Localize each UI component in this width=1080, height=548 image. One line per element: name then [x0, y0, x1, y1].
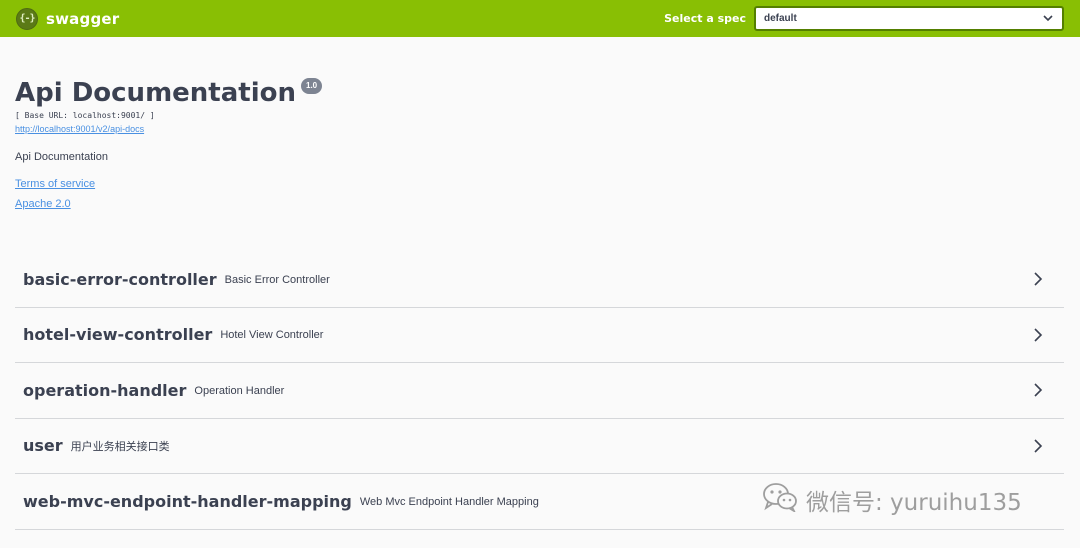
chevron-down-icon	[1042, 13, 1054, 25]
chevron-right-icon[interactable]	[1032, 271, 1044, 287]
tag-name: user	[23, 436, 63, 456]
swagger-logo-text: swagger	[46, 9, 120, 28]
spec-select-value: default	[764, 13, 797, 24]
tag-basic-error-controller[interactable]: basic-error-controller Basic Error Contr…	[15, 252, 1064, 308]
version-badge: 1.0	[301, 78, 323, 94]
tag-hotel-view-controller[interactable]: hotel-view-controller Hotel View Control…	[15, 308, 1064, 363]
spec-selector: Select a spec default	[664, 6, 1064, 31]
tag-name: basic-error-controller	[23, 269, 217, 289]
tag-description: Web Mvc Endpoint Handler Mapping	[359, 495, 539, 508]
api-info: Api Documentation 1.0 [ Base URL: localh…	[15, 76, 323, 210]
tag-description: Basic Error Controller	[224, 273, 330, 286]
license-link[interactable]: Apache 2.0	[15, 198, 322, 210]
tag-user[interactable]: user 用户业务相关接口类	[15, 419, 1064, 474]
terms-of-service-link[interactable]: Terms of service	[15, 178, 322, 190]
page-title: Api Documentation	[15, 78, 296, 108]
spec-select-dropdown[interactable]: default	[754, 6, 1064, 31]
spec-select-label: Select a spec	[664, 12, 746, 25]
topbar: {-} swagger Select a spec default	[0, 0, 1080, 37]
chevron-right-icon[interactable]	[1032, 382, 1044, 398]
swagger-logo[interactable]: {-} swagger	[16, 7, 120, 30]
tag-operation-handler[interactable]: operation-handler Operation Handler	[15, 363, 1064, 419]
watermark-text: 微信号: yuruihu135	[806, 489, 1022, 516]
tag-description: Operation Handler	[194, 384, 285, 397]
tag-description: Hotel View Controller	[220, 329, 324, 342]
tag-name: web-mvc-endpoint-handler-mapping	[23, 491, 352, 511]
base-url: [ Base URL: localhost:9001/ ]	[15, 111, 155, 120]
watermark: 微信号: yuruihu135	[762, 482, 1022, 517]
wechat-icon	[762, 482, 798, 517]
api-description: Api Documentation	[15, 151, 108, 163]
swagger-logo-icon: {-}	[16, 7, 38, 30]
chevron-right-icon[interactable]	[1032, 438, 1044, 454]
chevron-right-icon[interactable]	[1032, 327, 1044, 343]
api-docs-link[interactable]: http://localhost:9001/v2/api-docs	[15, 124, 322, 134]
tag-name: operation-handler	[23, 380, 187, 400]
tag-name: hotel-view-controller	[23, 325, 213, 345]
title-row: Api Documentation 1.0	[15, 76, 323, 110]
tag-description: 用户业务相关接口类	[70, 441, 170, 454]
